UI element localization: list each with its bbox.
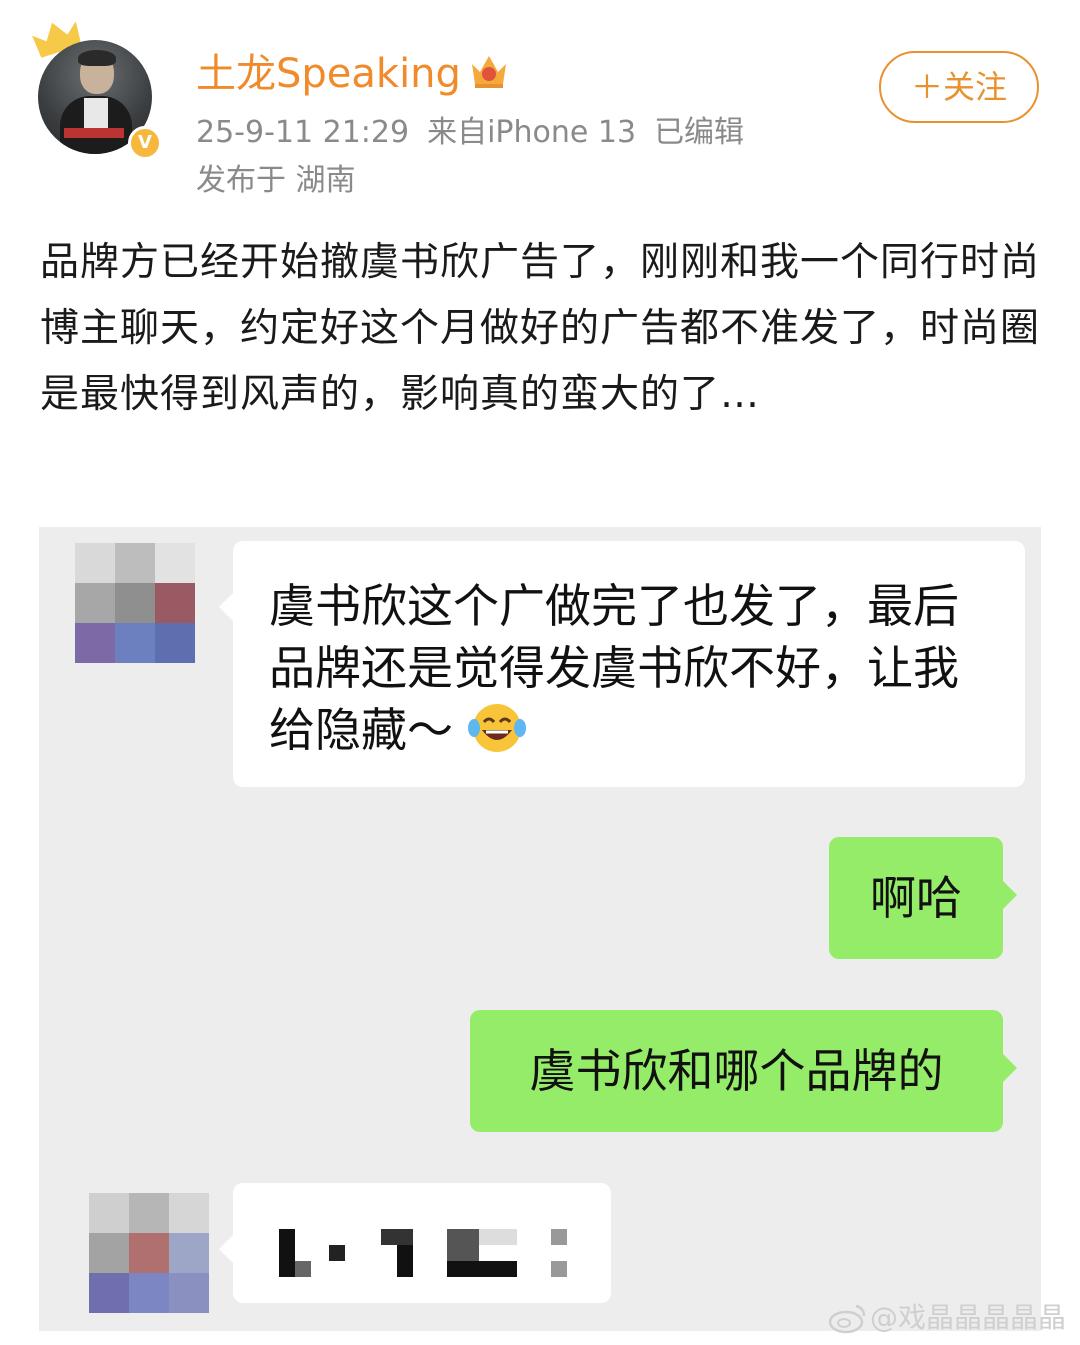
tears-of-joy-emoji-icon: [467, 704, 526, 752]
vip-crown-icon: [472, 56, 506, 88]
chat-bubble-received: 虞书欣这个广做完了也发了，最后品牌还是觉得发虞书欣不好，让我给隐藏～: [219, 541, 1025, 787]
chat-message-text: 虞书欣这个广做完了也发了，最后品牌还是觉得发虞书欣不好，让我给隐藏～: [269, 579, 959, 757]
post-timestamp: 25-9-11 21:29: [196, 115, 410, 150]
post-text: 品牌方已经开始撤虞书欣广告了，刚刚和我一个同行时尚博主聊天，约定好这个月做好的广…: [40, 240, 1041, 417]
pixelated-avatar: [89, 1193, 209, 1313]
pixelated-avatar: [75, 543, 195, 663]
author-avatar[interactable]: V: [30, 18, 165, 160]
post-source: 来自iPhone 13: [427, 115, 637, 150]
chat-message-text: 啊哈: [870, 871, 962, 925]
chat-screenshot: 虞书欣这个广做完了也发了，最后品牌还是觉得发虞书欣不好，让我给隐藏～ 啊哈 虞书…: [39, 527, 1041, 1331]
post-meta: 25-9-11 21:29 来自iPhone 13 已编辑: [196, 112, 762, 154]
censored-message-pixels: [279, 1229, 567, 1277]
verified-v-icon: V: [128, 126, 162, 160]
chat-bubble-sent: 虞书欣和哪个品牌的: [470, 1010, 1017, 1132]
follow-button[interactable]: ＋关注: [879, 51, 1039, 123]
author-name[interactable]: 土龙Speaking: [196, 48, 461, 100]
watermark-text: @戏晶晶晶晶晶: [870, 1301, 1067, 1334]
chat-message-text: 虞书欣和哪个品牌的: [529, 1044, 944, 1098]
post-edited: 已编辑: [654, 115, 745, 150]
weibo-logo-icon: [828, 1304, 866, 1334]
chat-bubble-received-censored: [219, 1183, 611, 1303]
chat-bubble-sent: 啊哈: [829, 837, 1017, 959]
post-location: 发布于 湖南: [196, 163, 356, 198]
